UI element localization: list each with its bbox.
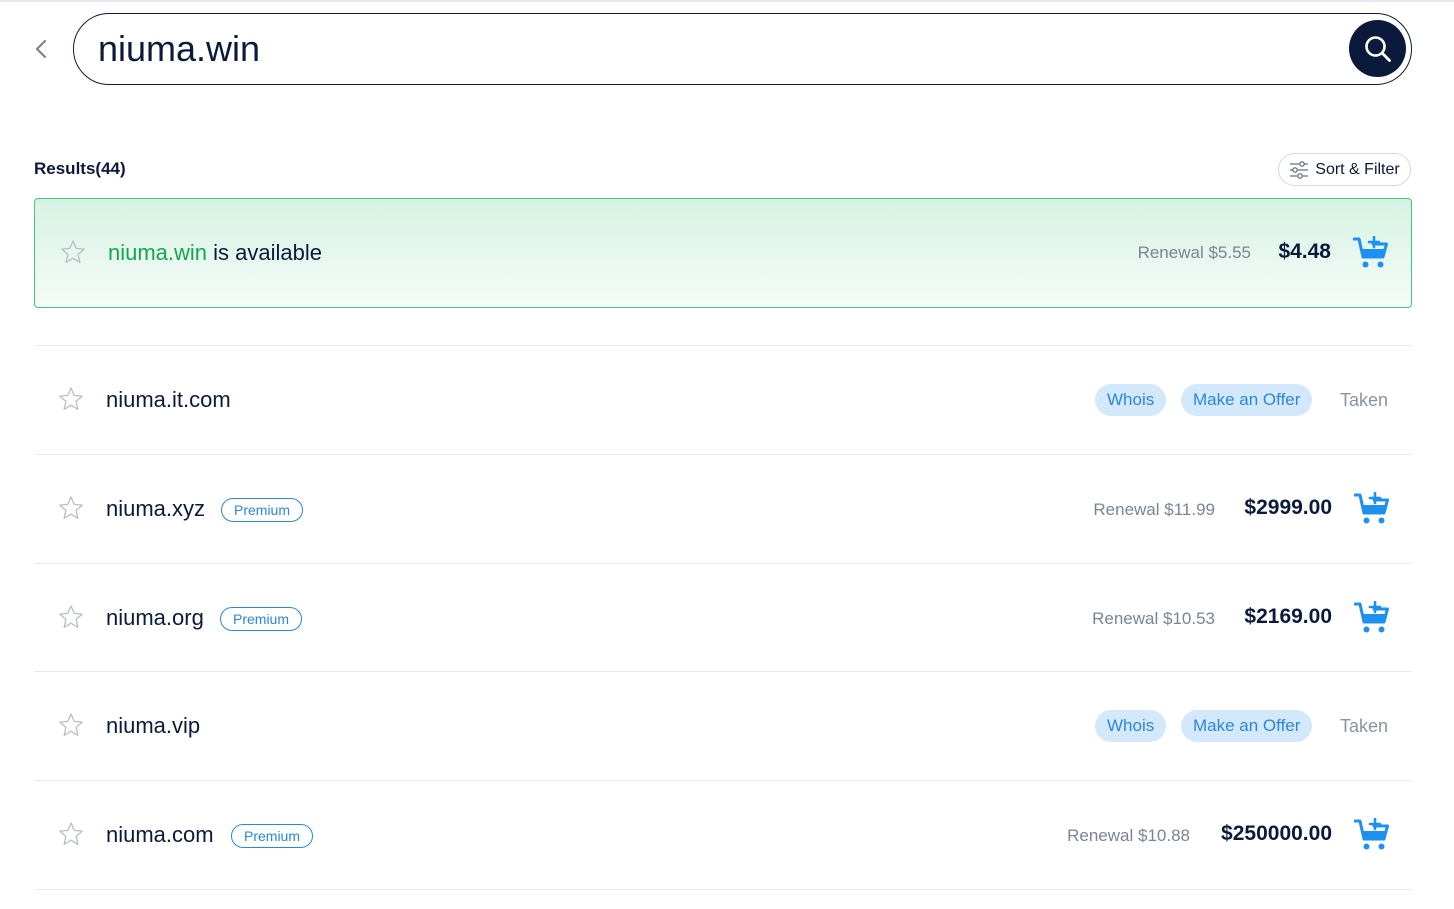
star-icon [61, 240, 85, 263]
search-button[interactable] [1349, 20, 1406, 77]
search-input[interactable] [98, 26, 1318, 72]
favorite-button[interactable] [58, 386, 84, 412]
taken-status: Taken [1339, 716, 1388, 736]
favorite-button[interactable] [58, 604, 84, 630]
domain-price: $250000.00 [1221, 822, 1332, 845]
result-row: niuma.xyz Premium Renewal $11.99 $2999.0… [34, 455, 1412, 563]
chevron-left-icon [35, 39, 47, 59]
make-offer-button[interactable]: Make an Offer [1181, 384, 1313, 416]
sort-filter-button[interactable]: Sort & Filter [1278, 153, 1411, 186]
renewal-price: Renewal $11.99 [1093, 500, 1215, 519]
make-offer-button[interactable]: Make an Offer [1181, 710, 1313, 742]
star-icon [59, 713, 83, 736]
results-count: Results(44) [34, 159, 126, 178]
renewal-price: Renewal $10.88 [1067, 826, 1190, 845]
favorite-button[interactable] [58, 821, 84, 847]
sort-filter-label: Sort & Filter [1315, 160, 1400, 178]
domain-name[interactable]: niuma.vip [106, 713, 200, 739]
domain-price: $2999.00 [1244, 496, 1332, 519]
featured-domain-line: niuma.win is available [108, 240, 322, 266]
featured-domain[interactable]: niuma.win [108, 240, 207, 265]
cart-plus-icon [1352, 235, 1388, 268]
domain-name[interactable]: niuma.it.com [106, 387, 231, 413]
taken-status: Taken [1339, 390, 1388, 410]
renewal-price: Renewal $5.55 [1137, 243, 1251, 262]
premium-badge: Premium [231, 824, 314, 848]
star-icon [59, 822, 83, 845]
domain-price: $4.48 [1278, 240, 1331, 263]
domain-name[interactable]: niuma.org [106, 605, 204, 631]
favorite-button[interactable] [60, 239, 86, 265]
back-button[interactable] [30, 34, 52, 64]
featured-result: niuma.win is available Renewal $5.55 $4.… [34, 198, 1412, 308]
whois-button[interactable]: Whois [1095, 384, 1167, 416]
domain-name[interactable]: niuma.com [106, 822, 214, 848]
renewal-price: Renewal $10.53 [1092, 609, 1215, 628]
domain-price: $2169.00 [1244, 605, 1332, 628]
featured-status: is available [207, 240, 322, 265]
premium-badge: Premium [221, 498, 304, 522]
cart-plus-icon [1353, 600, 1389, 633]
result-row: niuma.vip Whois Make an Offer Taken [34, 672, 1412, 780]
sliders-icon [1290, 160, 1309, 179]
result-row: niuma.it.com Whois Make an Offer Taken [34, 346, 1412, 454]
divider [34, 889, 1412, 890]
favorite-button[interactable] [58, 712, 84, 738]
result-row: niuma.org Premium Renewal $10.53 $2169.0… [34, 564, 1412, 672]
search-bar [73, 13, 1412, 85]
result-row: niuma.com Premium Renewal $10.88 $250000… [34, 781, 1412, 889]
add-to-cart-button[interactable] [1352, 235, 1389, 270]
cart-plus-icon [1353, 491, 1389, 524]
star-icon [59, 496, 83, 519]
star-icon [59, 387, 83, 410]
search-icon [1364, 35, 1391, 62]
top-divider [0, 0, 1454, 2]
favorite-button[interactable] [58, 495, 84, 521]
cart-plus-icon [1353, 817, 1389, 850]
add-to-cart-button[interactable] [1353, 817, 1390, 852]
domain-name[interactable]: niuma.xyz [106, 496, 205, 522]
premium-badge: Premium [220, 607, 303, 631]
add-to-cart-button[interactable] [1353, 600, 1390, 635]
add-to-cart-button[interactable] [1353, 491, 1390, 526]
star-icon [59, 605, 83, 628]
whois-button[interactable]: Whois [1095, 710, 1167, 742]
